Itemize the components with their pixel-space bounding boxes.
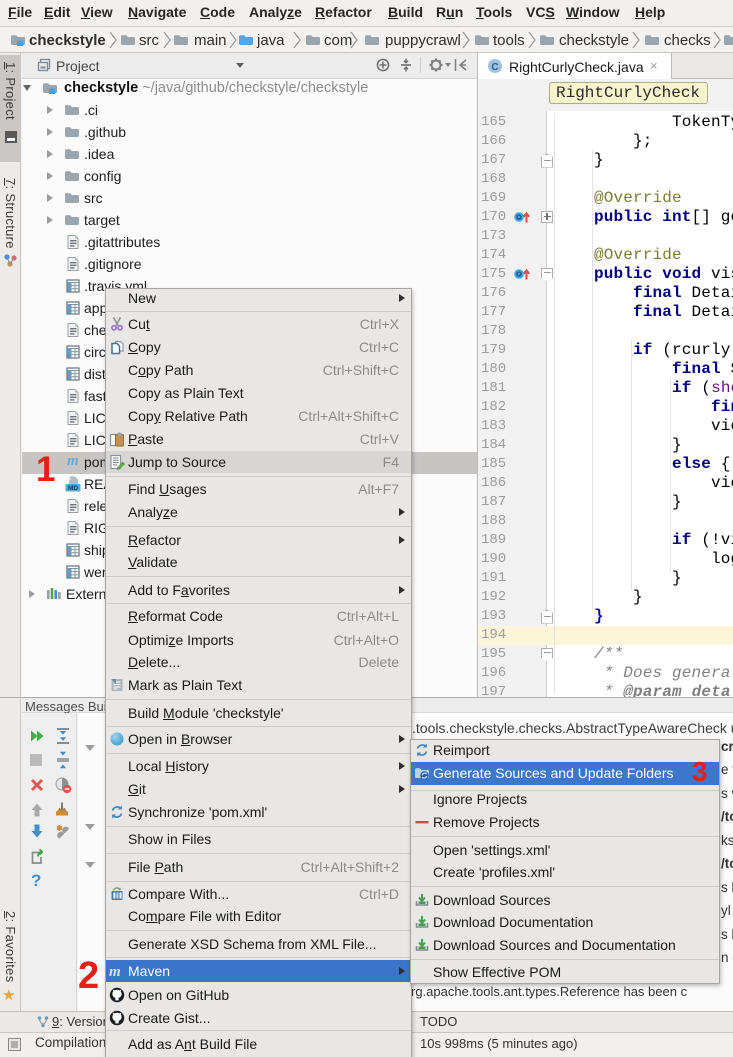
svg-text:C: C	[491, 62, 498, 73]
svg-text:MD: MD	[68, 485, 78, 492]
